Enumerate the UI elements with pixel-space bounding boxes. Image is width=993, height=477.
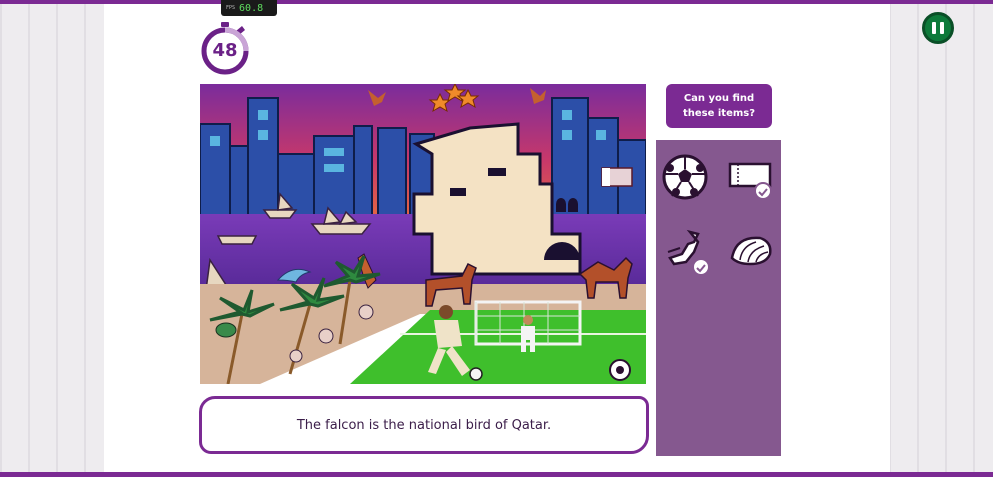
find-title-line2: these items?	[682, 108, 756, 119]
football-icon	[662, 154, 708, 200]
fact-text: The falcon is the national bird of Qatar…	[296, 417, 552, 433]
find-item-falcon[interactable]	[664, 228, 714, 278]
fps-value: 60.8	[239, 2, 264, 14]
find-item-seashell[interactable]	[726, 228, 776, 278]
pause-button[interactable]	[922, 12, 954, 44]
seashell-icon	[730, 236, 772, 266]
bottom-border	[0, 472, 993, 477]
ball-icon	[469, 367, 483, 381]
find-item-scarf[interactable]	[726, 154, 776, 204]
find-items-panel	[656, 140, 781, 456]
found-check-icon	[692, 258, 710, 276]
timer-seconds: 48	[212, 39, 238, 61]
background-pattern-left	[0, 0, 104, 477]
hidden-object-scene[interactable]	[200, 84, 646, 384]
pause-icon-bar	[932, 22, 936, 34]
turtle-icon	[215, 322, 237, 338]
hidden-football-icon	[609, 359, 631, 381]
fps-counter: FPS 60.8	[221, 0, 277, 16]
scene-illustration	[200, 84, 646, 384]
found-check-icon	[754, 182, 772, 200]
fact-box: The falcon is the national bird of Qatar…	[199, 396, 649, 454]
background-pattern-right	[889, 0, 993, 477]
find-items-header: Can you find these items?	[666, 84, 772, 128]
find-title-line1: Can you find	[683, 93, 755, 104]
pause-icon-bar	[940, 22, 944, 34]
countdown-timer: 48	[198, 21, 252, 75]
find-item-football[interactable]	[660, 152, 710, 202]
fps-label: FPS	[226, 5, 236, 11]
